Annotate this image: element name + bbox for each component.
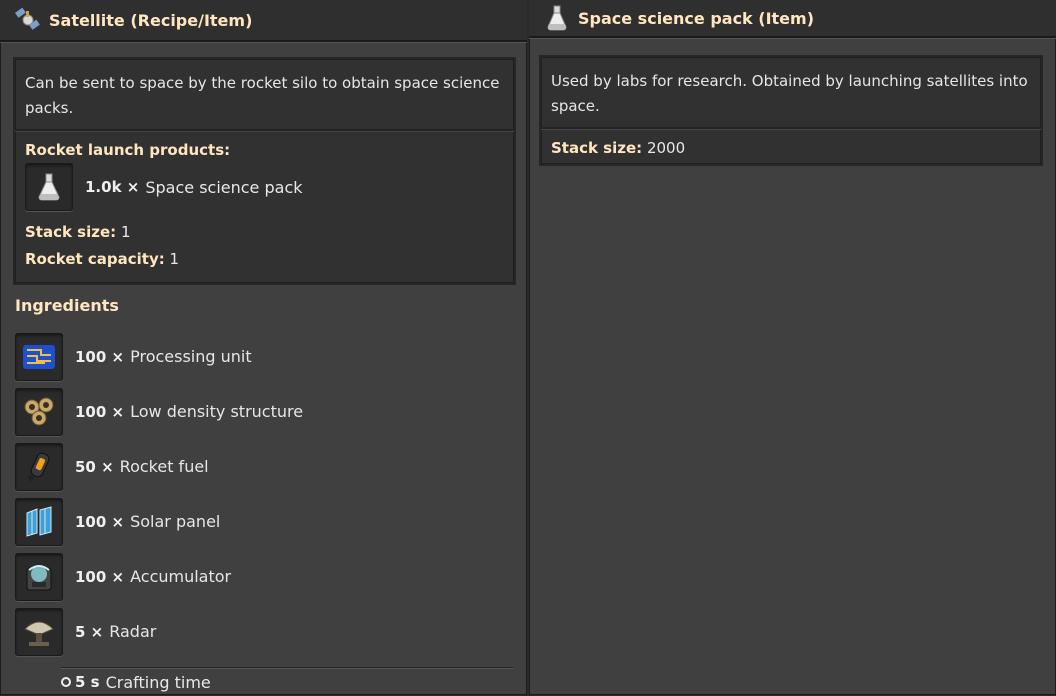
satellite-tooltip-panel: Satellite (Recipe/Item) Can be sent to s… <box>0 0 527 695</box>
ingredient-name: Processing unit <box>130 347 252 366</box>
rocket-capacity-row: Rocket capacity: 1 <box>25 250 180 268</box>
ingredient-name: Radar <box>109 622 157 641</box>
ingredient-quantity: 100 × <box>75 402 125 421</box>
ingredient-row: 5 × Radar <box>15 604 303 659</box>
stack-size-value: 2000 <box>646 139 686 157</box>
ingredient-name: Accumulator <box>130 567 232 586</box>
panel-titlebar: Space science pack (Item) <box>529 0 1056 38</box>
space-science-pack-icon <box>543 4 571 32</box>
crafting-time-label: Crafting time <box>105 672 211 692</box>
ingredient-row: 100 × Solar panel <box>15 494 303 549</box>
rocket-fuel-icon[interactable] <box>15 442 63 491</box>
ingredient-name: Low density structure <box>130 402 304 421</box>
ingredient-quantity: 5 × <box>75 622 104 641</box>
product-quantity: 1.0k × <box>85 178 140 196</box>
ingredients-list: 100 × Processing unit 100 × Low density … <box>15 329 303 659</box>
launch-product-row: 1.0k × Space science pack <box>15 161 514 213</box>
ingredient-quantity: 100 × <box>75 567 125 586</box>
panel-titlebar: Satellite (Recipe/Item) <box>0 0 527 42</box>
solar-panel-icon[interactable] <box>15 497 63 546</box>
crafting-time-value: 5 s <box>75 673 100 691</box>
satellite-icon <box>14 6 42 34</box>
item-info-box: Can be sent to space by the rocket silo … <box>15 59 514 283</box>
clock-icon <box>61 677 71 687</box>
ingredient-quantity: 100 × <box>75 347 125 366</box>
ingredient-name: Rocket fuel <box>119 457 209 476</box>
ingredient-row: 100 × Processing unit <box>15 329 303 384</box>
space-science-pack-icon[interactable] <box>25 163 73 211</box>
stack-size-value: 1 <box>120 223 131 241</box>
crafting-time-row: 5 s Crafting time <box>61 667 513 696</box>
divider <box>541 127 1041 130</box>
panel-title: Space science pack (Item) <box>578 8 815 28</box>
ingredient-row: 100 × Accumulator <box>15 549 303 604</box>
accumulator-icon[interactable] <box>15 552 63 601</box>
ingredient-quantity: 100 × <box>75 512 125 531</box>
item-description: Used by labs for research. Obtained by l… <box>551 72 1028 115</box>
product-name: Space science pack <box>145 177 303 197</box>
ingredients-heading: Ingredients <box>15 296 119 315</box>
stack-size-row: Stack size: 2000 <box>551 139 686 157</box>
space-science-pack-tooltip-panel: Space science pack (Item) Used by labs f… <box>529 0 1056 695</box>
ingredient-name: Solar panel <box>130 512 221 531</box>
item-description: Can be sent to space by the rocket silo … <box>25 74 500 117</box>
stack-size-row: Stack size: 1 <box>25 223 131 241</box>
divider <box>15 129 514 132</box>
ingredient-quantity: 50 × <box>75 457 114 476</box>
low-density-structure-icon[interactable] <box>15 387 63 436</box>
panel-title: Satellite (Recipe/Item) <box>49 10 253 30</box>
launch-products-heading: Rocket launch products: <box>25 141 231 159</box>
item-info-box: Used by labs for research. Obtained by l… <box>541 57 1041 164</box>
processing-unit-icon[interactable] <box>15 332 63 381</box>
radar-icon[interactable] <box>15 607 63 656</box>
ingredient-row: 100 × Low density structure <box>15 384 303 439</box>
rocket-capacity-value: 1 <box>169 250 180 268</box>
ingredient-row: 50 × Rocket fuel <box>15 439 303 494</box>
